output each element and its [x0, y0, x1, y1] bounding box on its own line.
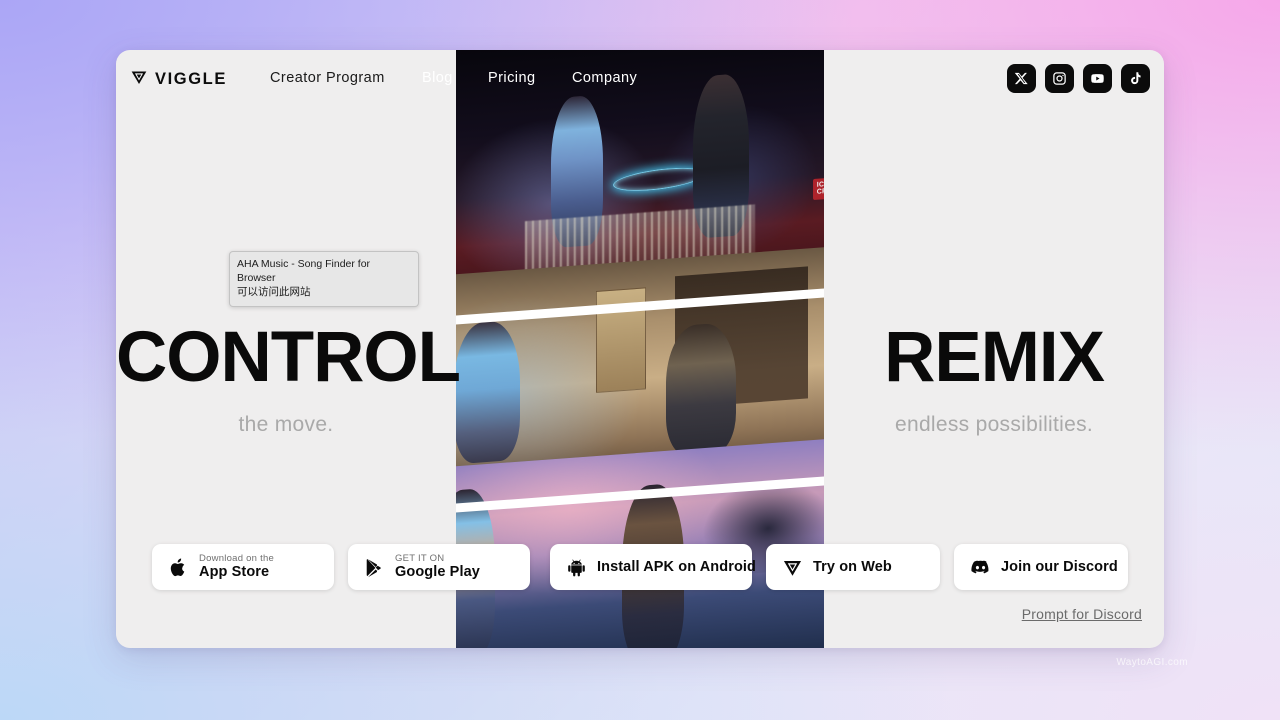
dancer-figure-right	[666, 322, 737, 458]
media-panel-dusk-sky-dance-scene	[456, 436, 824, 648]
viggle-chevron-logo-icon	[782, 557, 803, 578]
install-apk-label: Install APK on Android	[597, 559, 757, 575]
dancer-figure-right	[692, 73, 749, 240]
instagram-icon[interactable]	[1045, 64, 1074, 93]
android-icon	[566, 557, 587, 578]
hero-right: REMIX endless possibilities.	[824, 322, 1164, 437]
app-store-label: Download on the App Store	[199, 552, 275, 581]
google-play-big-label: Google Play	[395, 564, 480, 581]
nav-item-pricing[interactable]: Pricing	[488, 70, 535, 86]
viggle-chevron-logo-icon	[130, 68, 148, 91]
apple-icon	[168, 557, 189, 578]
try-on-web-label: Try on Web	[813, 559, 892, 575]
hero-right-subtitle: endless possibilities.	[894, 413, 1094, 436]
discord-icon	[970, 557, 991, 578]
x-icon[interactable]	[1007, 64, 1036, 93]
install-apk-button[interactable]: Install APK on Android	[550, 544, 756, 590]
ice-cream-sign: ICE CREAM	[812, 176, 824, 200]
app-store-button[interactable]: Download on the App Store	[152, 544, 334, 590]
page-background: ICE CREAM VIGGLE Creator Program Blog Pr…	[0, 0, 1280, 720]
hero-left-subtitle: the move.	[238, 413, 334, 436]
hero-right-title: REMIX	[884, 318, 1105, 397]
dancer-figure-left	[551, 94, 604, 249]
cta-button-row: Download on the App Store GET IT ON Goog…	[116, 544, 1164, 590]
dancer-figure-left	[456, 319, 521, 465]
nav-item-company[interactable]: Company	[572, 70, 637, 86]
nav-item-blog[interactable]: Blog	[422, 70, 453, 86]
try-on-web-button[interactable]: Try on Web	[766, 544, 940, 590]
extension-tooltip: AHA Music - Song Finder for Browser 可以访问…	[229, 251, 419, 307]
app-store-big-label: App Store	[199, 564, 270, 581]
google-play-label: GET IT ON Google Play	[395, 552, 480, 581]
youtube-icon[interactable]	[1083, 64, 1112, 93]
watermark: WaytoAGI.com	[1116, 657, 1188, 668]
viggle-landing-card: ICE CREAM VIGGLE Creator Program Blog Pr…	[116, 50, 1164, 648]
app-store-small-label: Download on the	[199, 552, 275, 564]
hero-left: CONTROL the move.	[116, 318, 461, 437]
social-links	[1007, 64, 1150, 93]
join-discord-label: Join our Discord	[1001, 559, 1118, 575]
google-play-button[interactable]: GET IT ON Google Play	[348, 544, 530, 590]
google-play-small-label: GET IT ON	[395, 552, 445, 564]
tooltip-title: AHA Music - Song Finder for Browser	[237, 258, 371, 285]
google-play-icon	[364, 557, 385, 578]
nav-item-creator-program[interactable]: Creator Program	[270, 70, 385, 86]
viggle-logo[interactable]: VIGGLE	[130, 68, 227, 91]
tiktok-icon[interactable]	[1121, 64, 1150, 93]
join-discord-button[interactable]: Join our Discord	[954, 544, 1128, 590]
logo-wordmark: VIGGLE	[155, 70, 227, 88]
tooltip-subtitle: 可以访问此网站	[237, 286, 311, 299]
prompt-for-discord-link[interactable]: Prompt for Discord	[1022, 606, 1142, 622]
hero-left-title: CONTROL	[116, 318, 461, 397]
